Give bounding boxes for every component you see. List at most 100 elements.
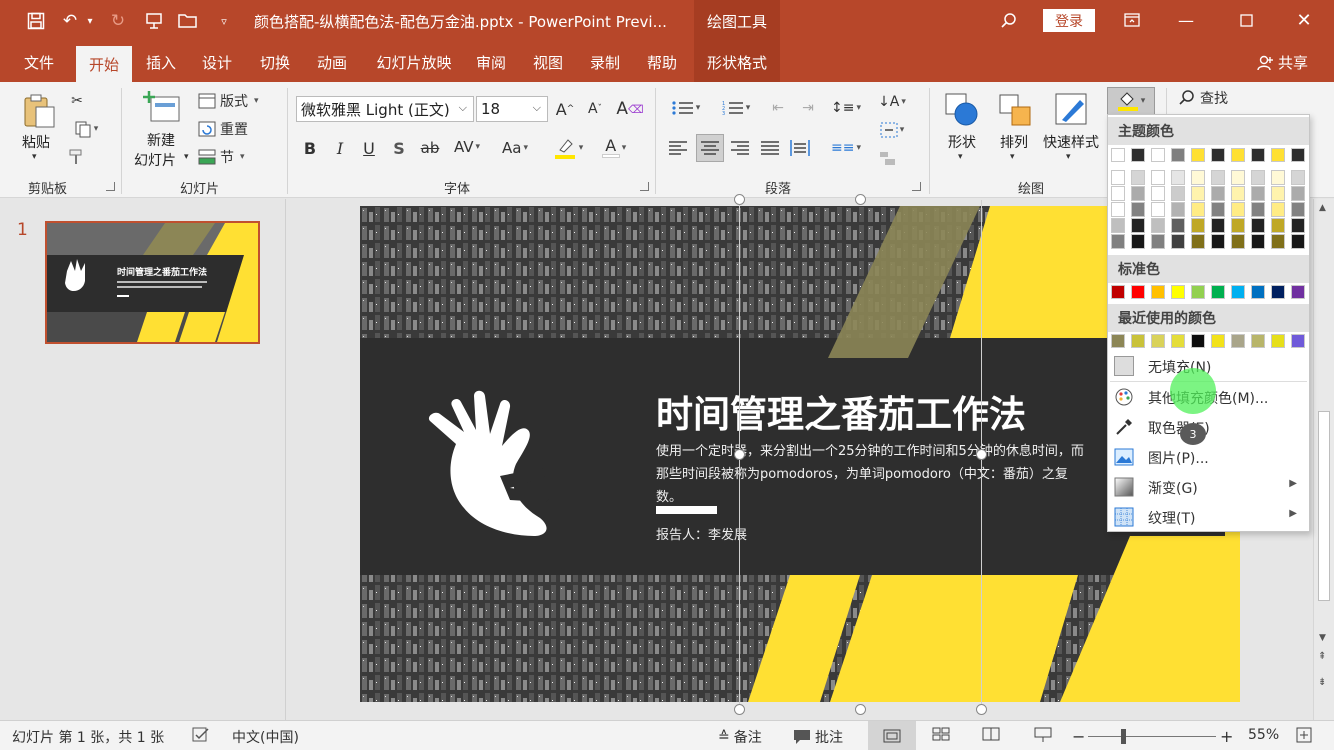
- tab-help[interactable]: 帮助: [639, 42, 685, 82]
- decrease-font-size-icon[interactable]: Aˇ: [584, 96, 606, 122]
- paragraph-launcher-icon[interactable]: [912, 182, 921, 191]
- theme-color-shade-swatch[interactable]: [1291, 170, 1305, 185]
- tab-review[interactable]: 审阅: [468, 42, 514, 82]
- previous-slide-icon[interactable]: ⇞: [1318, 651, 1326, 662]
- format-painter-icon[interactable]: [66, 146, 88, 168]
- resize-handle-bottom-right[interactable]: [976, 704, 987, 715]
- theme-color-swatch[interactable]: [1151, 148, 1165, 162]
- paste-dropdown-icon[interactable]: ▾: [32, 152, 37, 162]
- theme-color-shade-swatch[interactable]: [1131, 186, 1145, 201]
- accessibility-icon[interactable]: [192, 727, 210, 743]
- theme-color-shade-swatch[interactable]: [1111, 170, 1125, 185]
- recent-color-swatch[interactable]: [1271, 334, 1285, 348]
- close-icon[interactable]: ✕: [1290, 8, 1318, 32]
- theme-color-shade-swatch[interactable]: [1131, 234, 1145, 249]
- tab-slideshow[interactable]: 幻灯片放映: [369, 42, 459, 82]
- theme-color-shade-swatch[interactable]: [1151, 234, 1165, 249]
- slide-body-text[interactable]: 使用一个定时器，来分割出一个25分钟的工作时间和5分钟的休息时间，而那些时间段被…: [656, 440, 1086, 509]
- text-shadow-icon[interactable]: S: [389, 136, 409, 160]
- section-button[interactable]: 节 ▾: [198, 146, 245, 168]
- recent-color-swatch[interactable]: [1231, 334, 1245, 348]
- theme-color-shade-swatch[interactable]: [1111, 234, 1125, 249]
- theme-color-shade-swatch[interactable]: [1171, 186, 1185, 201]
- resize-handle-top-left[interactable]: [734, 194, 745, 205]
- new-slide-icon[interactable]: [143, 90, 181, 126]
- theme-color-shade-swatch[interactable]: [1151, 186, 1165, 201]
- arrange-icon[interactable]: [996, 90, 1034, 130]
- theme-color-shade-swatch[interactable]: [1111, 186, 1125, 201]
- theme-color-shade-swatch[interactable]: [1131, 202, 1145, 217]
- tab-home[interactable]: 开始: [76, 46, 132, 82]
- increase-font-size-icon[interactable]: A ^: [554, 96, 576, 122]
- zoom-level[interactable]: 55%: [1248, 727, 1279, 743]
- theme-color-shade-swatch[interactable]: [1271, 186, 1285, 201]
- slide-sorter-icon[interactable]: [932, 727, 950, 741]
- find-button[interactable]: 查找: [1178, 88, 1228, 108]
- increase-indent-icon[interactable]: ⇥: [796, 96, 820, 120]
- theme-color-swatch[interactable]: [1171, 148, 1185, 162]
- vertical-scrollbar[interactable]: ▲ ▼ ⇞ ⇟: [1313, 199, 1334, 720]
- recent-color-swatch[interactable]: [1191, 334, 1205, 348]
- maximize-icon[interactable]: [1232, 8, 1260, 32]
- tab-transitions[interactable]: 切换: [252, 42, 298, 82]
- theme-color-shade-swatch[interactable]: [1171, 234, 1185, 249]
- theme-color-swatch[interactable]: [1271, 148, 1285, 162]
- theme-color-shade-swatch[interactable]: [1191, 218, 1205, 233]
- share-button[interactable]: 共享: [1256, 52, 1308, 73]
- theme-color-shade-swatch[interactable]: [1211, 186, 1225, 201]
- theme-color-shade-swatch[interactable]: [1291, 218, 1305, 233]
- theme-color-shade-swatch[interactable]: [1171, 202, 1185, 217]
- standard-color-swatch[interactable]: [1211, 285, 1225, 299]
- italic-icon[interactable]: I: [330, 136, 350, 160]
- change-case-icon[interactable]: Aa ▾: [496, 136, 534, 160]
- shapes-icon[interactable]: [942, 90, 982, 130]
- reset-button[interactable]: 重置: [198, 118, 248, 140]
- theme-color-shade-swatch[interactable]: [1171, 170, 1185, 185]
- next-slide-icon[interactable]: ⇟: [1318, 677, 1326, 688]
- search-icon[interactable]: [997, 9, 1021, 33]
- slide-thumbnail[interactable]: 时间管理之番茄工作法: [45, 221, 260, 344]
- reading-view-icon[interactable]: [982, 727, 1000, 741]
- convert-to-smartart-icon[interactable]: [874, 146, 902, 170]
- align-left-icon[interactable]: [666, 136, 690, 160]
- theme-color-shade-swatch[interactable]: [1191, 170, 1205, 185]
- ribbon-display-options-icon[interactable]: [1118, 8, 1146, 32]
- minimize-icon[interactable]: —: [1172, 8, 1200, 32]
- theme-color-swatch[interactable]: [1231, 148, 1245, 162]
- align-center-icon[interactable]: [696, 134, 724, 162]
- theme-color-shade-swatch[interactable]: [1131, 218, 1145, 233]
- redo-icon[interactable]: ↻: [106, 9, 130, 33]
- bold-icon[interactable]: B: [300, 136, 320, 160]
- tab-design[interactable]: 设计: [194, 42, 240, 82]
- theme-color-shade-swatch[interactable]: [1251, 186, 1265, 201]
- tab-record[interactable]: 录制: [582, 42, 628, 82]
- gradient-fill-item[interactable]: 渐变(G) ▶: [1108, 472, 1309, 502]
- theme-color-shade-swatch[interactable]: [1191, 234, 1205, 249]
- standard-color-swatch[interactable]: [1291, 285, 1305, 299]
- distributed-icon[interactable]: [788, 136, 812, 160]
- theme-color-shade-swatch[interactable]: [1191, 202, 1205, 217]
- standard-color-swatch[interactable]: [1131, 285, 1145, 299]
- justify-icon[interactable]: [758, 136, 782, 160]
- theme-color-shade-swatch[interactable]: [1211, 202, 1225, 217]
- copy-icon[interactable]: ▾: [66, 118, 106, 140]
- highlight-color-icon[interactable]: ▾: [550, 134, 586, 162]
- theme-color-shade-swatch[interactable]: [1111, 218, 1125, 233]
- line-spacing-icon[interactable]: ↕≡ ▾: [826, 96, 866, 120]
- resize-handle-right[interactable]: [976, 449, 987, 460]
- theme-color-shade-swatch[interactable]: [1251, 170, 1265, 185]
- theme-color-shade-swatch[interactable]: [1271, 218, 1285, 233]
- slide-reporter-text[interactable]: 报告人：李发展: [656, 524, 747, 543]
- clipboard-launcher-icon[interactable]: [106, 182, 115, 191]
- recent-color-swatch[interactable]: [1131, 334, 1145, 348]
- standard-color-swatch[interactable]: [1231, 285, 1245, 299]
- presentation-icon[interactable]: [142, 9, 166, 33]
- font-color-icon[interactable]: A ▾: [596, 134, 632, 162]
- decrease-indent-icon[interactable]: ⇤: [766, 96, 790, 120]
- resize-handle-top[interactable]: [855, 194, 866, 205]
- theme-color-swatch[interactable]: [1111, 148, 1125, 162]
- theme-color-shade-swatch[interactable]: [1251, 234, 1265, 249]
- theme-color-shade-swatch[interactable]: [1151, 202, 1165, 217]
- texture-fill-item[interactable]: 纹理(T) ▶: [1108, 502, 1309, 532]
- standard-color-swatch[interactable]: [1271, 285, 1285, 299]
